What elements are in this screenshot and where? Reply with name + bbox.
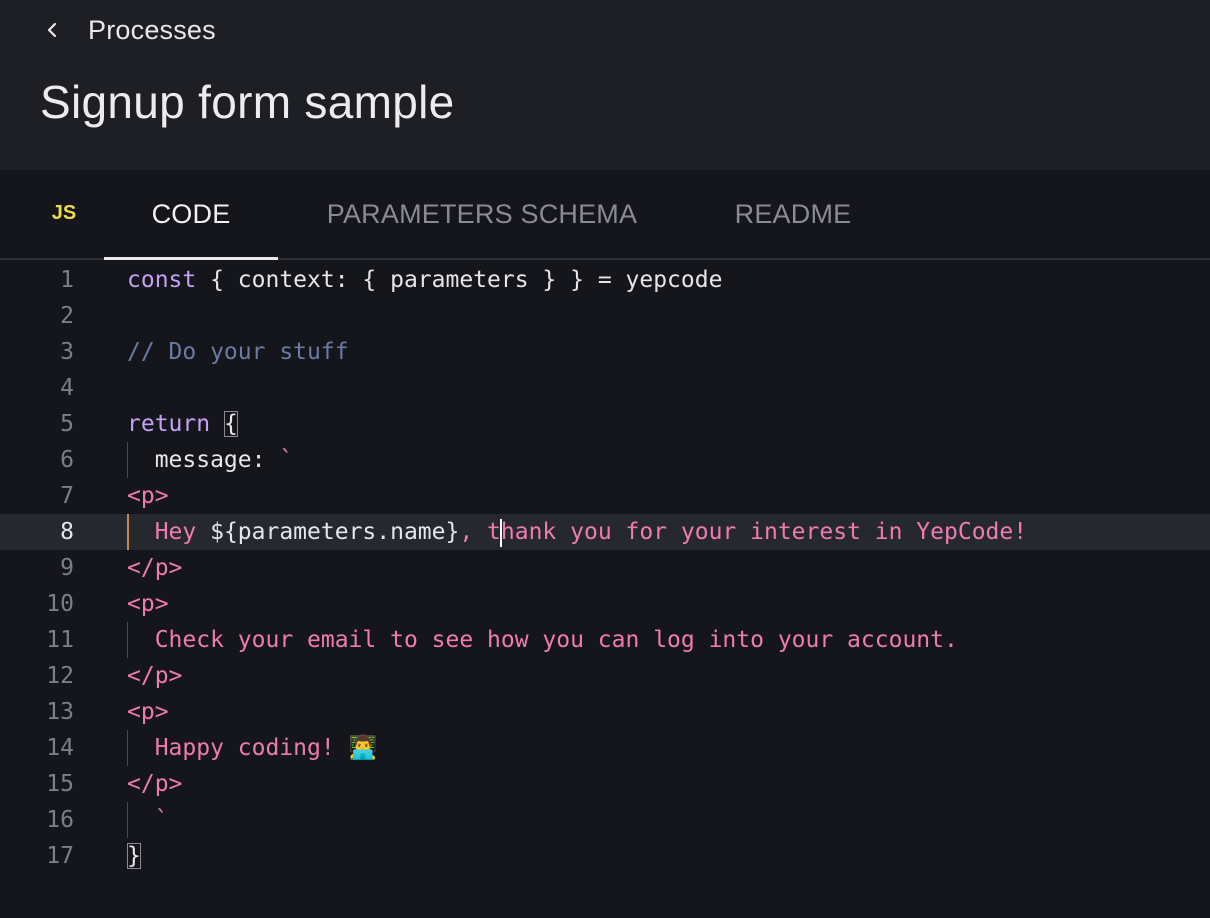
- javascript-language-icon: JS: [51, 202, 77, 224]
- code-token: `: [127, 807, 169, 833]
- code-text[interactable]: message: `: [127, 442, 294, 478]
- page-header: Processes Signup form sample: [0, 0, 1210, 170]
- code-token: const: [127, 267, 197, 293]
- code-token: Check your email to see how you can log …: [127, 627, 958, 653]
- code-text[interactable]: <p>: [127, 586, 169, 622]
- code-token: hank you for your interest in YepCode!: [500, 519, 1028, 545]
- code-line[interactable]: 15 </p>: [0, 766, 1210, 802]
- tab-readme[interactable]: README: [712, 170, 874, 258]
- code-line[interactable]: 14 Happy coding! 👨‍💻: [0, 730, 1210, 766]
- code-editor[interactable]: 1 const { context: { parameters } } = yep…: [0, 260, 1210, 918]
- page-title: Signup form sample: [40, 76, 455, 128]
- line-number: 3: [60, 339, 74, 365]
- code-token: `: [279, 447, 294, 473]
- code-text[interactable]: const { context: { parameters } } = yepc…: [127, 262, 722, 298]
- matched-bracket: {: [223, 411, 238, 437]
- code-line[interactable]: 2: [0, 298, 1210, 334]
- code-line[interactable]: 9 </p>: [0, 550, 1210, 586]
- tab-readme-label[interactable]: README: [735, 199, 852, 230]
- code-token: // Do your stuff: [127, 339, 349, 365]
- code-line[interactable]: 7 <p>: [0, 478, 1210, 514]
- code-line[interactable]: 11 Check your email to see how you can l…: [0, 622, 1210, 658]
- code-text[interactable]: Hey ${parameters.name}, thank you for yo…: [127, 514, 1027, 550]
- code-line[interactable]: 6 message: `: [0, 442, 1210, 478]
- line-number: 9: [60, 555, 74, 581]
- line-number: 6: [60, 447, 74, 473]
- line-number: 1: [60, 267, 74, 293]
- line-number: 13: [46, 699, 74, 725]
- line-number: 15: [46, 771, 74, 797]
- tab-code[interactable]: CODE: [104, 170, 278, 260]
- code-token: <p>: [127, 591, 169, 617]
- tab-code-label[interactable]: CODE: [152, 199, 231, 230]
- line-number: 11: [46, 627, 74, 653]
- code-line[interactable]: 5 return {: [0, 406, 1210, 442]
- code-line[interactable]: 12 </p>: [0, 658, 1210, 694]
- code-line[interactable]: 8 Hey ${parameters.name}, thank you for …: [0, 514, 1210, 550]
- code-text[interactable]: // Do your stuff: [127, 334, 349, 370]
- matched-bracket: }: [127, 843, 141, 869]
- code-line[interactable]: 13 <p>: [0, 694, 1210, 730]
- chevron-left-icon[interactable]: [40, 18, 64, 42]
- line-number: 5: [60, 411, 74, 437]
- line-number: 2: [60, 303, 74, 329]
- code-token: { context: { parameters } } = yepcode: [196, 267, 723, 293]
- tab-parameters-schema[interactable]: PARAMETERS SCHEMA: [300, 170, 664, 258]
- code-text[interactable]: <p>: [127, 694, 169, 730]
- code-token: </p>: [127, 771, 183, 797]
- code-line[interactable]: 3 // Do your stuff: [0, 334, 1210, 370]
- line-number: 14: [46, 735, 74, 761]
- app-window: Processes Signup form sample JS CODE PAR…: [0, 0, 1210, 918]
- code-line[interactable]: 10 <p>: [0, 586, 1210, 622]
- code-line[interactable]: 16 `: [0, 802, 1210, 838]
- tab-parameters-schema-label[interactable]: PARAMETERS SCHEMA: [327, 199, 637, 230]
- back-link-label[interactable]: Processes: [88, 15, 216, 46]
- code-line[interactable]: 4: [0, 370, 1210, 406]
- code-text[interactable]: </p>: [127, 550, 182, 586]
- code-token: ${parameters.name}: [210, 519, 460, 545]
- editor-tabs: JS CODE PARAMETERS SCHEMA README: [0, 170, 1210, 260]
- code-text[interactable]: </p>: [127, 658, 182, 694]
- code-text[interactable]: <p>: [127, 478, 169, 514]
- code-line[interactable]: 17}: [0, 838, 1210, 874]
- line-number: 8: [60, 519, 74, 545]
- code-token: <p>: [127, 483, 169, 509]
- line-number: 12: [46, 663, 74, 689]
- code-line[interactable]: 1 const { context: { parameters } } = yep…: [0, 262, 1210, 298]
- code-text[interactable]: Check your email to see how you can log …: [127, 622, 958, 658]
- line-number: 4: [60, 375, 74, 401]
- line-number: 7: [60, 483, 74, 509]
- line-number: 16: [46, 807, 74, 833]
- code-token: Hey: [127, 519, 211, 545]
- code-token: </p>: [127, 663, 183, 689]
- code-text[interactable]: return {: [127, 406, 238, 442]
- line-number: 10: [46, 591, 74, 617]
- line-number: 17: [46, 843, 74, 869]
- code-token: <p>: [127, 699, 169, 725]
- back-link[interactable]: Processes: [40, 12, 216, 48]
- code-token: message:: [127, 447, 280, 473]
- code-token: Happy coding! 👨‍💻: [127, 735, 378, 761]
- code-text[interactable]: </p>: [127, 766, 182, 802]
- code-text[interactable]: }: [127, 838, 141, 874]
- code-token: return: [127, 411, 211, 437]
- code-token: </p>: [127, 555, 183, 581]
- code-text[interactable]: `: [127, 802, 169, 838]
- code-text[interactable]: Happy coding! 👨‍💻: [127, 730, 378, 766]
- code-token: , t: [459, 519, 501, 545]
